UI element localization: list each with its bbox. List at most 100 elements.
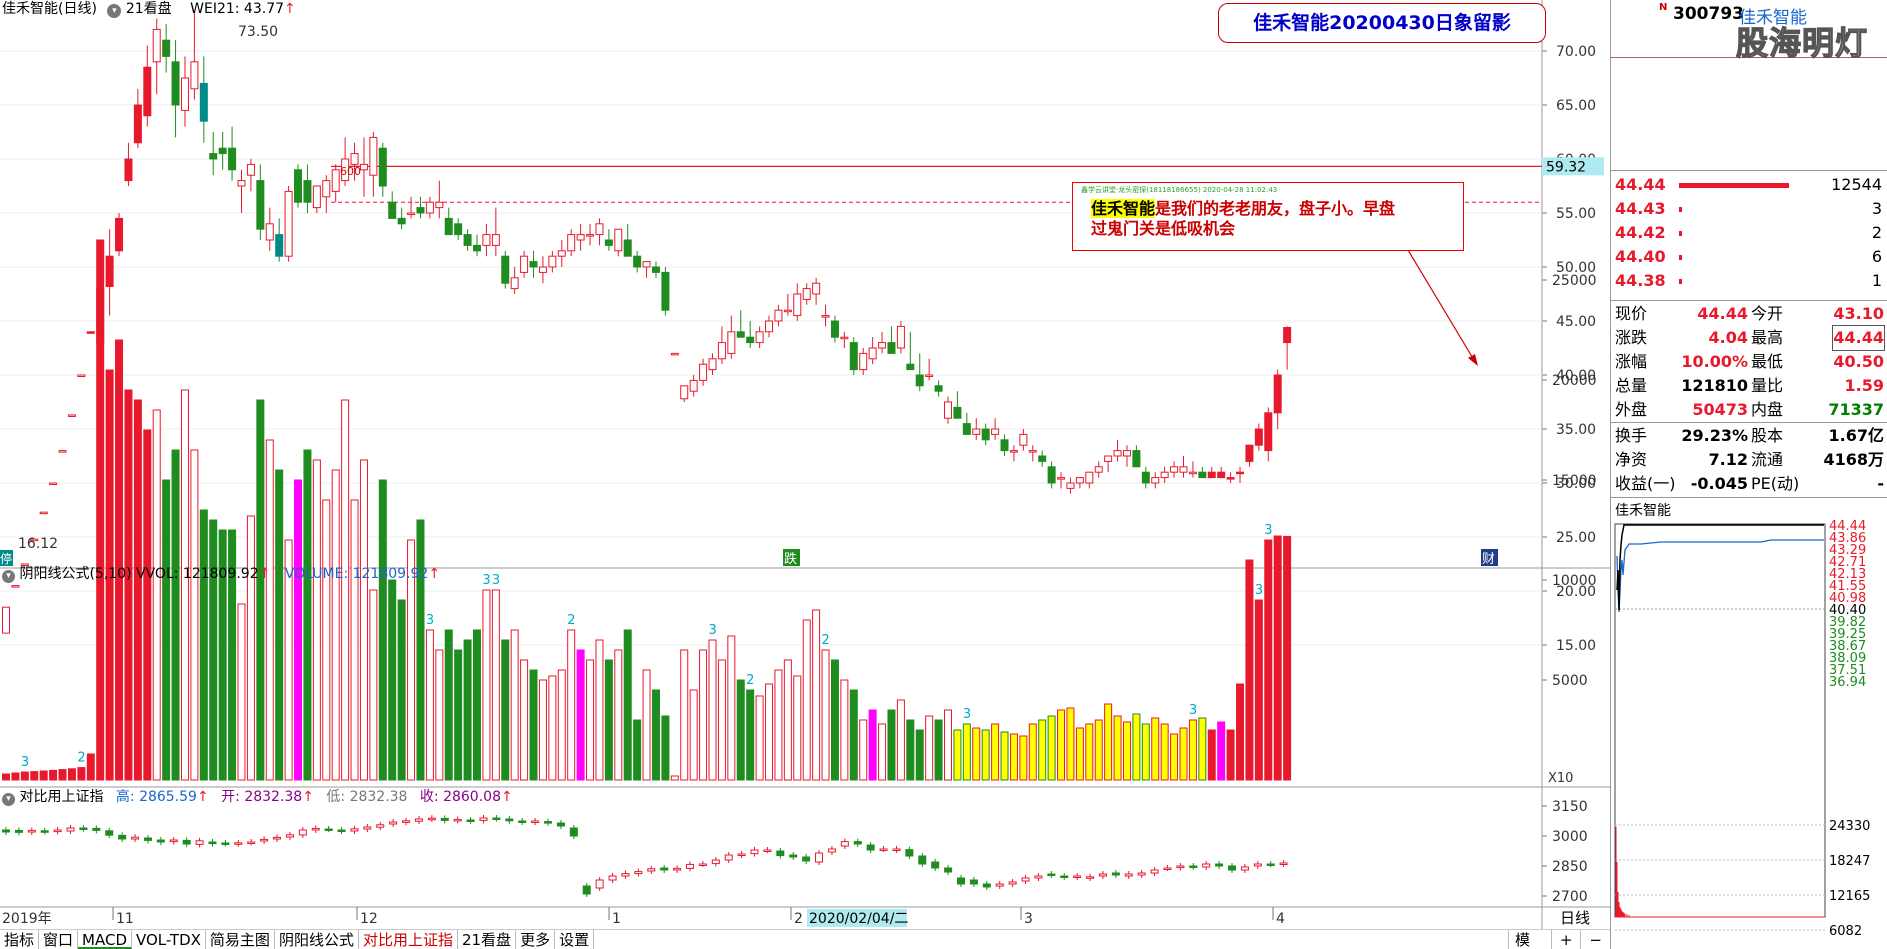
index-candle bbox=[1279, 862, 1288, 865]
orderbook-volume: 1 bbox=[1871, 271, 1882, 290]
annotation-line2: 过鬼门关是低吸机会 bbox=[1091, 219, 1236, 238]
candle-body bbox=[152, 28, 161, 63]
index-candle bbox=[1176, 865, 1185, 869]
index-open: 开: 2832.38 bbox=[221, 789, 303, 805]
candle-body bbox=[868, 347, 877, 360]
stat-label: 现价 bbox=[1615, 304, 1648, 323]
volume-unit-label: X10 bbox=[1548, 771, 1573, 786]
index-candle bbox=[234, 842, 243, 845]
toolbar-tab[interactable]: 更多 bbox=[516, 930, 556, 949]
index-candle bbox=[1124, 873, 1133, 877]
orderbook-price: 44.38 bbox=[1615, 271, 1666, 290]
candle-body bbox=[981, 428, 990, 441]
volume-bar bbox=[1283, 535, 1292, 781]
toolbar-tab[interactable]: 阴阳线公式 bbox=[275, 930, 359, 949]
volume-bar bbox=[2, 773, 10, 781]
candle-body bbox=[1047, 466, 1056, 484]
date-label: 1 bbox=[612, 911, 621, 927]
mini-vol-label: 12165 bbox=[1829, 889, 1870, 904]
stat-label: 总量 bbox=[1615, 376, 1648, 395]
dropdown-icon[interactable]: ▾ bbox=[2, 570, 15, 583]
candle-body bbox=[350, 153, 359, 165]
volume-bar bbox=[1188, 719, 1197, 781]
index-candle bbox=[2, 829, 10, 833]
candle-body bbox=[501, 255, 510, 284]
candle-body bbox=[284, 190, 293, 257]
date-label: 4 bbox=[1276, 911, 1285, 927]
candle-body bbox=[1226, 477, 1235, 480]
toolbar-tab[interactable]: VOL-TDX bbox=[132, 930, 206, 949]
index-candle bbox=[660, 867, 669, 871]
zoom-in-button[interactable]: + bbox=[1550, 930, 1581, 949]
volume-bar bbox=[482, 589, 491, 781]
candle-body bbox=[143, 66, 152, 117]
indicator-dropdown[interactable]: 21看盘 bbox=[126, 1, 172, 17]
index-candle bbox=[505, 818, 514, 822]
marker-600-label: 600 bbox=[340, 165, 361, 178]
volume-bar bbox=[1122, 721, 1131, 781]
orderbook-volume: 12544 bbox=[1831, 175, 1882, 194]
index-tick-label: 3000 bbox=[1552, 829, 1588, 845]
volume-bar bbox=[765, 683, 774, 781]
toolbar-tab[interactable]: 21看盘 bbox=[458, 930, 517, 949]
candle-body bbox=[246, 163, 255, 176]
volume-bar bbox=[944, 709, 952, 781]
candle-body bbox=[830, 320, 839, 338]
candle-body bbox=[435, 201, 444, 209]
volume-bar bbox=[397, 599, 406, 781]
intraday-mini-chart[interactable]: 44.4443.8643.2942.7142.1341.5540.9840.40… bbox=[1611, 500, 1887, 940]
toolbar-tab[interactable]: 设置 bbox=[555, 930, 595, 949]
volume-bar bbox=[67, 768, 76, 781]
zoom-out-button[interactable]: − bbox=[1580, 930, 1610, 949]
candle-body bbox=[1038, 455, 1047, 462]
toolbar-tab[interactable]: MACD bbox=[78, 930, 132, 949]
period-label: 日线 bbox=[1560, 909, 1590, 927]
index-candle bbox=[1021, 877, 1030, 882]
stat-value: 71337 bbox=[1828, 400, 1884, 419]
candle-body bbox=[322, 180, 331, 198]
candle-body bbox=[1273, 374, 1282, 414]
index-candle bbox=[1060, 875, 1069, 878]
toolbar-tab[interactable]: 简易主图 bbox=[206, 930, 275, 949]
volume-bar bbox=[812, 609, 821, 781]
volume-mark: 3 bbox=[1255, 583, 1263, 598]
candle-body bbox=[473, 244, 481, 252]
volume-bar bbox=[887, 709, 896, 781]
index-candle bbox=[711, 859, 720, 865]
dropdown-icon[interactable]: ▾ bbox=[2, 793, 15, 806]
volume-bar bbox=[30, 771, 39, 781]
index-candle bbox=[556, 822, 565, 827]
template-button[interactable]: 模板 bbox=[1508, 930, 1551, 949]
volume-bar bbox=[633, 719, 642, 781]
volume-bar bbox=[586, 659, 595, 781]
index-candle bbox=[1137, 872, 1146, 876]
candle-body bbox=[115, 217, 124, 252]
date-label: 12 bbox=[360, 911, 378, 927]
volume-bar bbox=[350, 499, 359, 781]
toolbar-tab[interactable]: 对比用上证指 bbox=[359, 930, 458, 949]
toolbar-tab[interactable]: 窗口 bbox=[39, 930, 79, 949]
volume-bar bbox=[322, 499, 331, 781]
index-candle bbox=[363, 826, 372, 830]
volume-tick-label: 25000 bbox=[1552, 273, 1597, 289]
index-candle bbox=[414, 818, 423, 822]
index-candle bbox=[1086, 876, 1095, 879]
watermark-title: 佳禾智能20200430日象留影 bbox=[1218, 3, 1546, 43]
index-candle bbox=[569, 827, 578, 837]
volume-bar bbox=[529, 669, 538, 781]
date-label: 11 bbox=[116, 911, 134, 927]
candle-body bbox=[265, 223, 274, 241]
dropdown-icon[interactable]: ▾ bbox=[107, 4, 122, 18]
candle-body bbox=[1094, 466, 1103, 473]
volume-bar bbox=[793, 675, 802, 781]
candle-body bbox=[529, 261, 538, 268]
volume-bar bbox=[265, 439, 274, 781]
volume-bar bbox=[1085, 723, 1094, 781]
stat-value: 121810 bbox=[1681, 376, 1748, 395]
candle-body bbox=[397, 217, 406, 225]
volume-bar bbox=[717, 659, 726, 781]
index-candle bbox=[776, 850, 785, 857]
volume-bar bbox=[595, 639, 604, 781]
index-candle bbox=[66, 827, 75, 832]
toolbar-tab[interactable]: 指标 bbox=[0, 930, 40, 949]
